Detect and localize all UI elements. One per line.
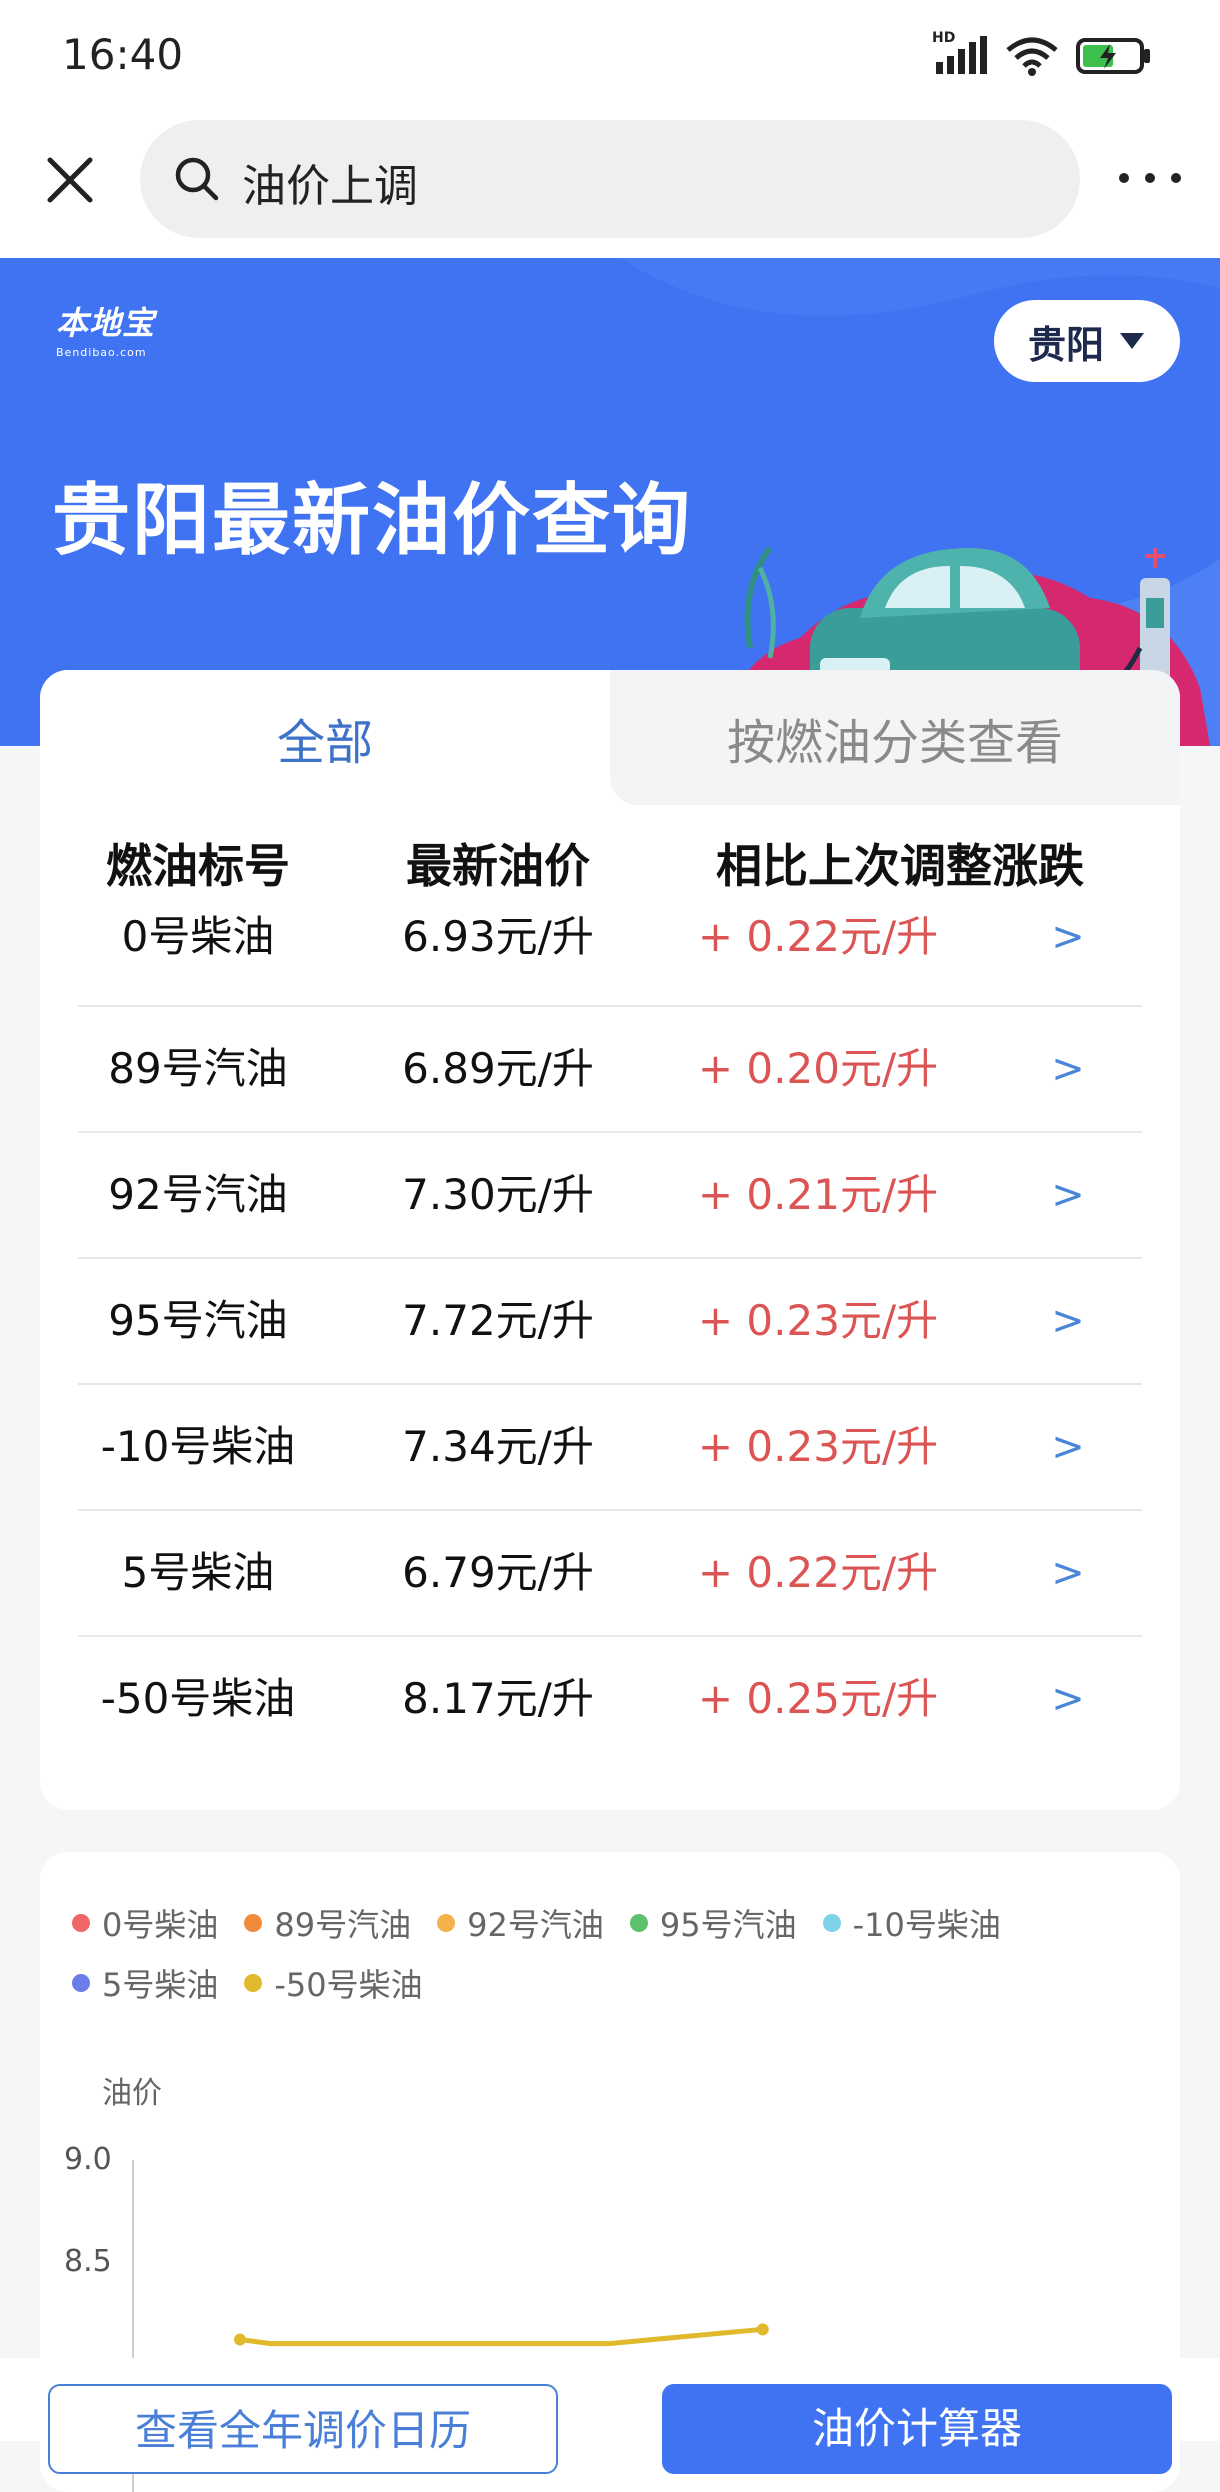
caret-down-icon	[1120, 333, 1144, 349]
fuel-price: 6.79元/升	[402, 1548, 594, 1597]
signal-icon: HD	[932, 30, 988, 76]
status-icons: HD	[932, 30, 1152, 76]
search-icon	[175, 157, 219, 201]
fuel-price: 6.93元/升	[402, 912, 594, 961]
city-selector[interactable]: 贵阳	[994, 300, 1180, 382]
bottom-action-bar: 查看全年调价日历 油价计算器	[0, 2358, 1220, 2474]
bendibao-logo: 本地宝 Bendibao.com	[56, 298, 155, 359]
fuel-price: 7.30元/升	[402, 1170, 594, 1219]
more-options-icon[interactable]	[1110, 158, 1190, 198]
price-change: + 0.21元/升	[697, 1170, 939, 1219]
price-change: + 0.23元/升	[697, 1422, 939, 1471]
fuel-price: 6.89元/升	[402, 1044, 594, 1093]
search-input[interactable]: 油价上调	[140, 120, 1080, 238]
series-line	[239, 2326, 763, 2347]
chevron-right-icon[interactable]: >	[1038, 1259, 1098, 1383]
logo-text: 本地宝	[56, 304, 156, 342]
chevron-right-icon[interactable]: >	[1038, 1637, 1098, 1761]
fuel-name: 95号汽油	[108, 1296, 288, 1345]
price-table: 0号柴油 6.93元/升 + 0.22元/升 > 89号汽油 6.89元/升 +…	[78, 905, 1142, 1761]
city-label: 贵阳	[1027, 322, 1104, 367]
status-time: 16:40	[62, 30, 184, 79]
table-row[interactable]: 5号柴油 6.79元/升 + 0.22元/升 >	[78, 1511, 1142, 1637]
table-row[interactable]: 0号柴油 6.93元/升 + 0.22元/升 >	[78, 905, 1142, 1007]
chevron-right-icon[interactable]: >	[1038, 1385, 1098, 1509]
page-title: 贵阳最新油价查询	[52, 476, 693, 566]
fuel-price: 7.34元/升	[402, 1422, 594, 1471]
fuel-price: 7.72元/升	[402, 1296, 594, 1345]
fuel-name: -10号柴油	[100, 1422, 296, 1471]
price-change: + 0.22元/升	[697, 912, 939, 961]
table-row[interactable]: 89号汽油 6.89元/升 + 0.20元/升 >	[78, 1007, 1142, 1133]
chevron-right-icon[interactable]: >	[1038, 1511, 1098, 1635]
chevron-right-icon[interactable]: >	[1038, 1007, 1098, 1131]
table-row[interactable]: 95号汽油 7.72元/升 + 0.23元/升 >	[78, 1259, 1142, 1385]
table-row[interactable]: 92号汽油 7.30元/升 + 0.21元/升 >	[78, 1133, 1142, 1259]
price-change: + 0.22元/升	[697, 1548, 939, 1597]
status-bar: 16:40 HD	[0, 0, 1220, 120]
price-change: + 0.20元/升	[697, 1044, 939, 1093]
fuel-name: 0号柴油	[121, 912, 275, 961]
fuel-price: 8.17元/升	[402, 1674, 594, 1723]
fuel-name: 89号汽油	[108, 1044, 288, 1093]
price-calendar-button[interactable]: 查看全年调价日历	[48, 2384, 558, 2474]
data-point	[234, 2333, 246, 2346]
price-card: 全部 按燃油分类查看 燃油标号 最新油价 相比上次调整涨跌 0号柴油 6.93元…	[40, 670, 1180, 1810]
header-fuel-grade: 燃油标号	[106, 839, 290, 893]
price-change: + 0.25元/升	[697, 1674, 939, 1723]
search-query: 油价上调	[242, 161, 418, 212]
fuel-name: 92号汽油	[108, 1170, 288, 1219]
table-header: 燃油标号 最新油价 相比上次调整涨跌	[40, 810, 1180, 910]
chevron-right-icon[interactable]: >	[1038, 905, 1098, 969]
search-row: 油价上调	[0, 120, 1220, 258]
wifi-icon	[1006, 37, 1058, 76]
fuel-name: 5号柴油	[121, 1548, 275, 1597]
logo-subtext: Bendibao.com	[56, 346, 147, 359]
chevron-right-icon[interactable]: >	[1038, 1133, 1098, 1257]
price-change: + 0.23元/升	[697, 1296, 939, 1345]
header-change: 相比上次调整涨跌	[716, 839, 1084, 893]
header-latest-price: 最新油价	[406, 839, 590, 893]
network-label: HD	[932, 30, 956, 46]
data-point	[756, 2323, 769, 2336]
table-row[interactable]: -10号柴油 7.34元/升 + 0.23元/升 >	[78, 1385, 1142, 1511]
table-row[interactable]: -50号柴油 8.17元/升 + 0.25元/升 >	[78, 1637, 1142, 1761]
fuel-name: -50号柴油	[100, 1674, 296, 1723]
tab-all[interactable]: 全部	[40, 670, 610, 805]
tab-by-fuel-type[interactable]: 按燃油分类查看	[610, 670, 1180, 805]
battery-icon	[1076, 38, 1150, 74]
close-icon[interactable]	[40, 150, 100, 210]
fuel-calculator-button[interactable]: 油价计算器	[662, 2384, 1172, 2474]
